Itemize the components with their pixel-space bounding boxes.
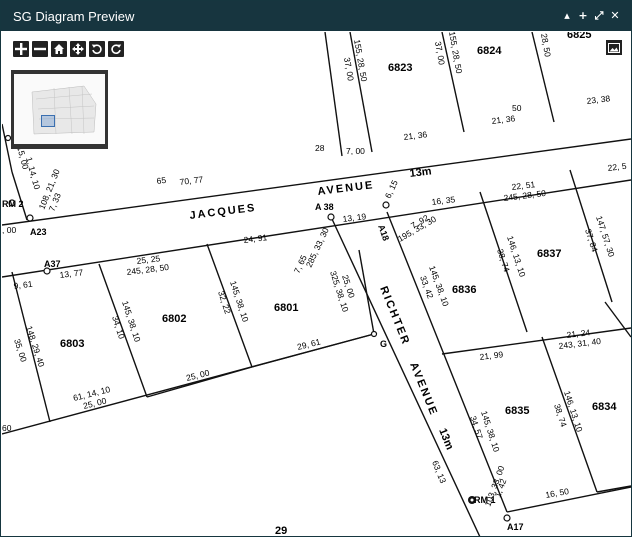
minimize-icon[interactable]: ▴ [561, 9, 573, 22]
dimension-label: 37, 00 [342, 57, 356, 82]
dimension-label: 28, 50 [539, 33, 553, 58]
sg-diagram-preview-window: SG Diagram Preview ▴ + ⤢ ✕ JACQUES AVENU… [0, 0, 632, 537]
dimension-label: 50 [512, 103, 522, 113]
beacon-label: G [380, 339, 387, 349]
dimension-label: 28 [315, 143, 325, 153]
close-icon[interactable]: ✕ [609, 9, 621, 22]
plus-icon[interactable]: + [577, 9, 589, 22]
parcel-number: 6803 [60, 338, 84, 350]
beacon-label: RM 2 [2, 199, 24, 209]
parcel-number: 6825 [567, 32, 591, 41]
window-title: SG Diagram Preview [13, 8, 135, 24]
dimension-label: 245, 28, 50 [503, 188, 547, 203]
dimension-label: 37, 84 [583, 228, 600, 254]
rotate-left-button[interactable] [89, 41, 105, 57]
map-toolbar [13, 41, 124, 57]
parcel-number: 6835 [505, 405, 529, 417]
boundary-line [331, 218, 481, 536]
beacon-marker [382, 201, 390, 209]
expand-icon[interactable]: ⤢ [593, 9, 605, 22]
dimension-label: 38, 74 [495, 248, 512, 274]
boundary-line [11, 171, 28, 221]
beacon-marker [4, 134, 12, 142]
beacon-marker [370, 330, 378, 338]
beacon-label: A18 [376, 223, 391, 242]
parcel-number: 29 [275, 525, 287, 537]
title-bar: SG Diagram Preview ▴ + ⤢ ✕ [1, 1, 631, 31]
street-width: 13m [409, 165, 433, 180]
beacon-label: A 38 [315, 202, 334, 212]
dimension-label: 6, 15 [383, 178, 400, 200]
parcel-number: 6824 [477, 45, 502, 57]
dimension-label: 1, 14, 10 [24, 156, 42, 191]
street-name: RICHTER [377, 285, 412, 348]
boundary-line [604, 301, 631, 338]
zoom-out-icon [34, 47, 46, 51]
beacon-marker [503, 514, 511, 522]
dimension-label: 32, 22 [216, 290, 233, 316]
boundary-line [441, 327, 631, 355]
dimension-label: , 00 [2, 225, 16, 235]
home-button[interactable] [51, 41, 67, 57]
image-icon [608, 42, 620, 53]
overview-map[interactable] [11, 70, 108, 149]
dimension-label: 35, 00 [12, 338, 29, 364]
overview-thumbnail [14, 74, 105, 144]
dimension-label: 21, 36 [403, 129, 428, 142]
beacon-label: A23 [30, 227, 47, 237]
dimension-label: 9, 61 [13, 279, 33, 291]
zoom-in-icon [15, 43, 27, 55]
dimension-label: 60 [2, 423, 12, 433]
dimension-label: 24, 91 [243, 232, 268, 245]
pan-icon [72, 43, 84, 55]
zoom-out-button[interactable] [32, 41, 48, 57]
dimension-label: 145, 38, 10 [228, 280, 251, 324]
pan-button[interactable] [70, 41, 86, 57]
rotate-right-button[interactable] [108, 41, 124, 57]
dimension-label: 7, 00 [346, 146, 365, 156]
title-controls: ▴ + ⤢ ✕ [561, 9, 621, 22]
dimension-label: 13, 19 [342, 211, 367, 224]
street-name: JACQUES [189, 202, 257, 222]
boundary-line [358, 249, 375, 335]
zoom-in-button[interactable] [13, 41, 29, 57]
dimension-label: 34, 10 [110, 315, 127, 341]
dimension-label: 21, 99 [479, 349, 504, 362]
parcel-number: 6836 [452, 284, 476, 296]
dimension-label: 148, 29, 40 [24, 325, 47, 369]
parcel-number: 6834 [592, 401, 617, 413]
dimension-label: 16, 35 [431, 194, 456, 207]
rotate-right-icon [111, 44, 122, 54]
dimension-label: 243, 31, 40 [558, 336, 602, 351]
dimension-label: 22, 5 [607, 161, 627, 173]
parcel-number: 6801 [274, 302, 298, 314]
dimension-label: 245, 28, 50 [126, 262, 170, 277]
street-name: AVENUE [317, 179, 375, 198]
dimension-label: 285, 33, 30 [304, 226, 331, 269]
street-name: AVENUE [407, 361, 439, 418]
dimension-label: 65 [156, 175, 167, 186]
dimension-label: 13, 77 [59, 267, 84, 280]
beacon-marker [26, 214, 34, 222]
boundary-line [506, 486, 631, 513]
home-icon [54, 44, 64, 54]
dimension-label: 23, 38 [586, 93, 611, 106]
dimension-label: 16, 50 [545, 486, 570, 500]
beacon-label: A37 [44, 259, 61, 269]
overview-extent[interactable] [41, 115, 55, 127]
layers-button[interactable] [606, 40, 622, 55]
parcel-number: 6823 [388, 62, 412, 74]
dimension-label: 147, 57, 30 [594, 215, 617, 259]
dimension-label: 70, 77 [179, 174, 204, 187]
boundary-line [324, 32, 343, 157]
parcel-number: 6802 [162, 313, 186, 325]
dimension-label: 21, 36 [491, 113, 516, 126]
beacon-marker [327, 213, 335, 221]
parcel-number: 6837 [537, 248, 561, 260]
map-view[interactable]: JACQUES AVENUE RICHTER AVENUE 13m 13m 68… [2, 32, 631, 537]
rotate-left-icon [91, 44, 102, 54]
beacon-label: A17 [507, 522, 524, 532]
